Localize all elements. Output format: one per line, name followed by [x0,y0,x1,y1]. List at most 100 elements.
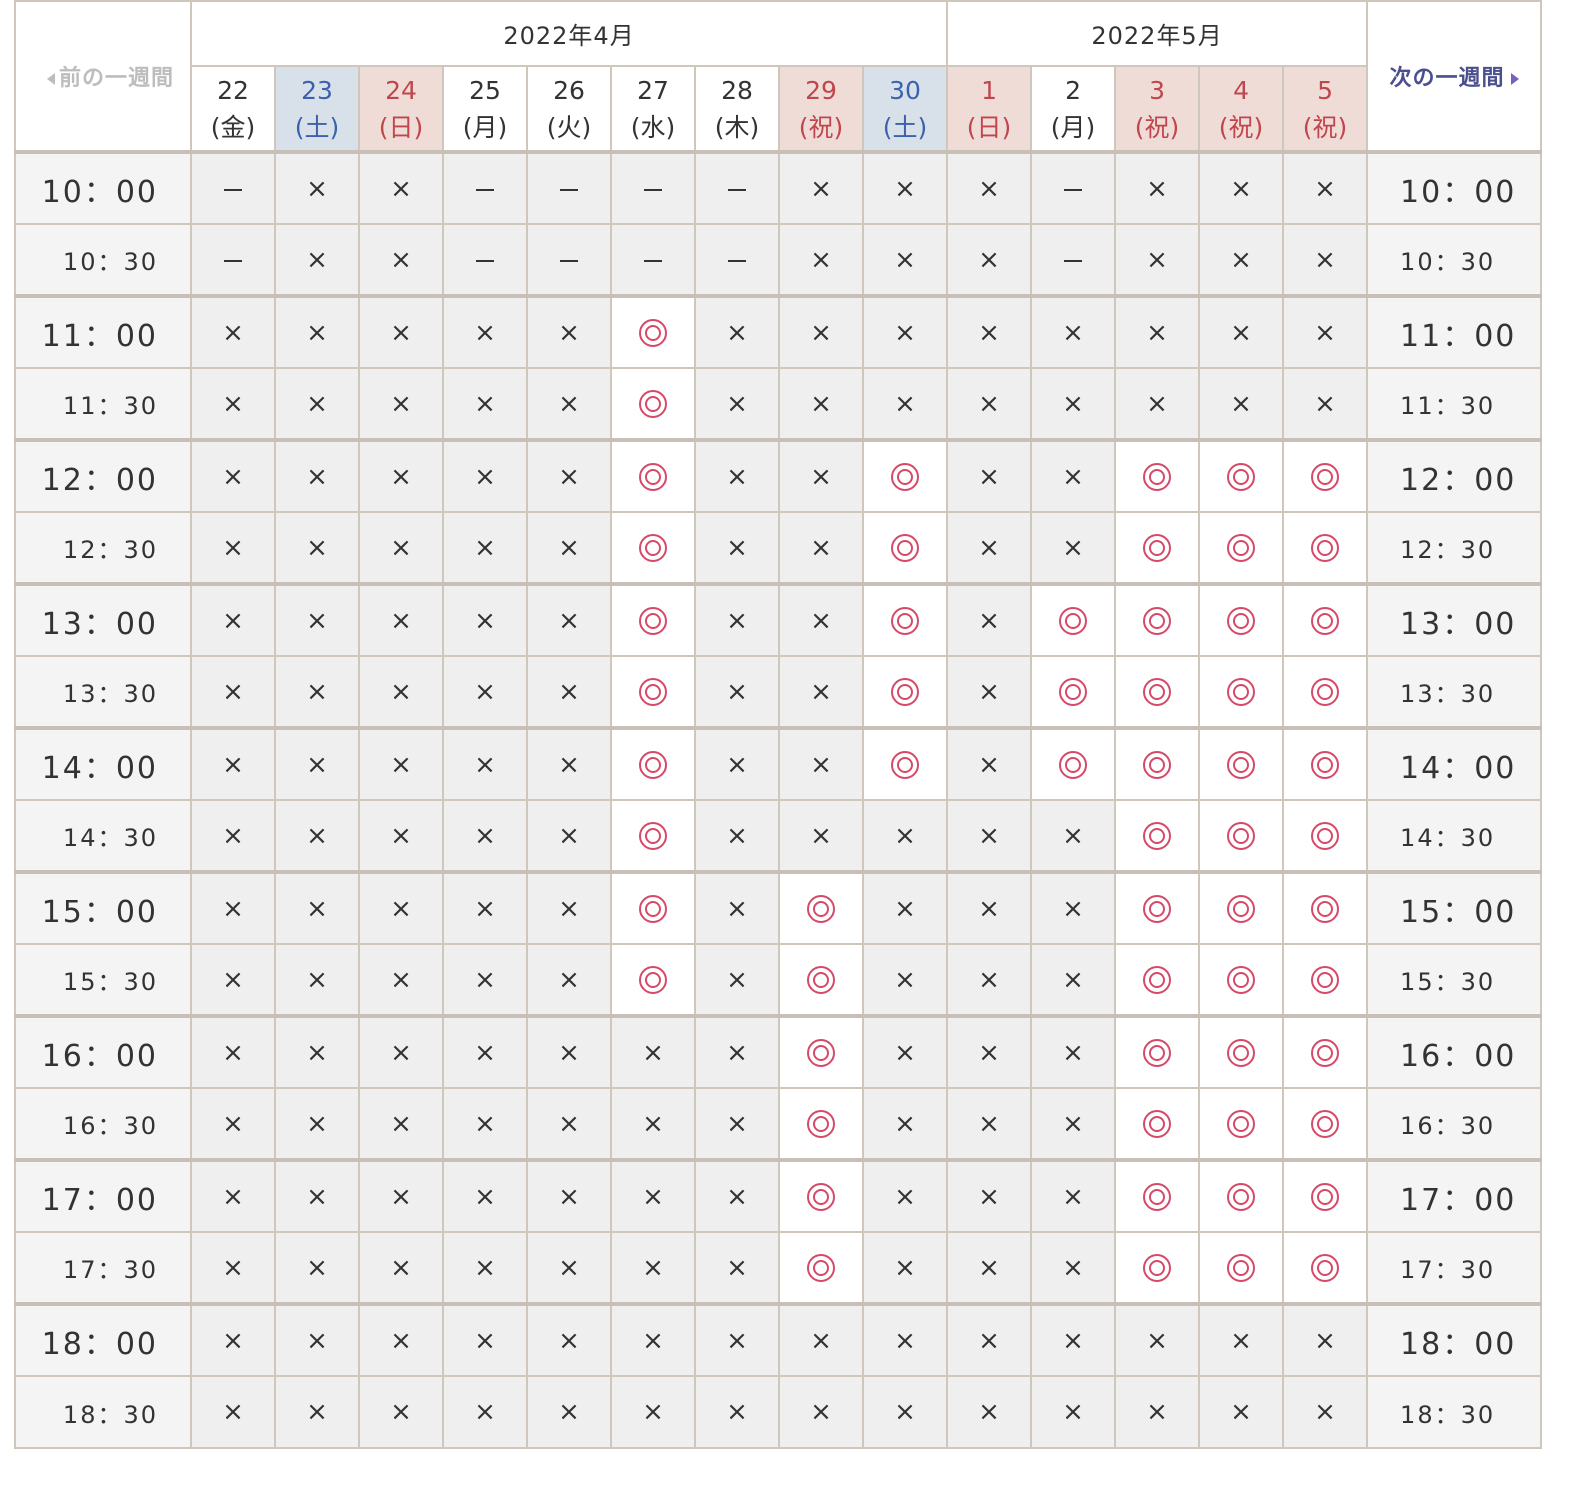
slot-available[interactable] [778,1087,864,1161]
day-weekday: (月) [462,112,508,142]
cross-mark: × [390,1108,412,1139]
prev-week-link[interactable]: 前の一週間 [46,66,174,91]
slot-available[interactable] [778,1014,864,1089]
double-circle-icon [639,462,667,491]
cross-mark: × [390,749,412,780]
slot-available[interactable] [1198,655,1285,729]
slot-available[interactable] [1198,511,1285,585]
slot-available[interactable] [1114,870,1201,945]
slot-available[interactable] [1282,870,1369,945]
slot-available[interactable] [1030,655,1117,729]
day-number: 29 [805,75,837,105]
cross-mark: × [222,893,244,924]
slot-available[interactable] [610,943,696,1017]
slot-available[interactable] [1114,1014,1201,1089]
slot-available[interactable] [610,367,696,441]
slot-available[interactable] [610,799,696,873]
time-row: 13：00 × × × × × × × × 13：00 [14,582,1543,657]
slot-available[interactable] [861,655,949,729]
slot-available[interactable] [778,1231,864,1305]
time-label: 12：30 [1366,511,1543,585]
slot-available[interactable] [1282,1158,1369,1233]
slot-full: × [190,1231,276,1305]
slot-full: × [1282,223,1369,297]
slot-available[interactable] [1198,1087,1285,1161]
slot-available[interactable] [861,438,949,513]
slot-closed [442,223,528,297]
slot-available[interactable] [1114,726,1201,801]
slot-available[interactable] [1198,1231,1285,1305]
slot-available[interactable] [1282,582,1369,657]
slot-available[interactable] [1198,582,1285,657]
day-header-row: 22 (金) 23 (土) 24 (日) 25 (月) 26 (火) 27 (水) 28 (木) 29 (祝)… [15,65,1541,153]
slot-full: × [442,799,528,873]
slot-available[interactable] [1114,655,1201,729]
slot-available[interactable] [1282,1087,1369,1161]
slot-available[interactable] [1282,726,1369,801]
slot-available[interactable] [1282,1231,1369,1305]
slot-full: × [526,367,612,441]
slot-available[interactable] [861,582,949,657]
cross-mark: × [1062,1325,1084,1356]
slot-available[interactable] [1114,438,1201,513]
slot-available[interactable] [1282,511,1369,585]
slot-full: × [1030,367,1117,441]
slot-available[interactable] [778,870,864,945]
next-week-link[interactable]: 次の一週間 [1390,66,1519,91]
cross-mark: × [558,749,580,780]
slot-available[interactable] [1114,582,1201,657]
slot-full: × [190,870,276,945]
slot-available[interactable] [610,655,696,729]
slot-available[interactable] [1030,582,1117,657]
slot-available[interactable] [1198,943,1285,1017]
cross-mark: × [894,1397,916,1427]
slot-available[interactable] [1114,511,1201,585]
cross-mark: × [1314,317,1336,348]
cross-mark: × [390,532,412,563]
slot-available[interactable] [1282,1014,1369,1089]
cross-mark: × [726,1397,748,1427]
slot-available[interactable] [1282,438,1369,513]
slot-available[interactable] [778,943,864,1017]
slot-available[interactable] [1198,1158,1285,1233]
slot-full: × [946,870,1033,945]
slot-available[interactable] [861,726,949,801]
slot-full: × [526,1158,612,1233]
slot-available[interactable] [1198,726,1285,801]
slot-full: × [442,582,528,657]
cross-mark: × [222,461,244,492]
slot-available[interactable] [1282,943,1369,1017]
cross-mark: × [390,1252,412,1283]
slot-available[interactable] [1114,1158,1201,1233]
slot-available[interactable] [1114,1231,1201,1305]
slot-available[interactable] [610,438,696,513]
slot-full: × [526,1014,612,1089]
slot-full: × [190,582,276,657]
slot-available[interactable] [1198,799,1285,873]
slot-full: × [274,1302,360,1377]
cross-mark: × [390,173,412,204]
slot-available[interactable] [610,582,696,657]
slot-available[interactable] [610,870,696,945]
slot-available[interactable] [1114,1087,1201,1161]
slot-available[interactable] [610,511,696,585]
slot-available[interactable] [1114,799,1201,873]
slot-available[interactable] [1198,438,1285,513]
time-row: 13：30 × × × × × × × × 13：30 [14,655,1543,729]
slot-available[interactable] [1198,1014,1285,1089]
slot-available[interactable] [861,511,949,585]
slot-available[interactable] [1114,943,1201,1017]
slot-full: × [694,367,780,441]
slot-available[interactable] [1030,726,1117,801]
slot-full: × [610,1014,696,1089]
time-label: 11：30 [14,367,192,441]
slot-available[interactable] [610,294,696,369]
slot-available[interactable] [1198,870,1285,945]
slot-available[interactable] [778,1158,864,1233]
slot-available[interactable] [610,726,696,801]
slot-full: × [861,150,949,225]
slot-available[interactable] [1282,799,1369,873]
slot-full: × [358,1231,444,1305]
slot-available[interactable] [1282,655,1369,729]
time-row: 14：30 × × × × × × × × × × 14：30 [14,799,1543,873]
